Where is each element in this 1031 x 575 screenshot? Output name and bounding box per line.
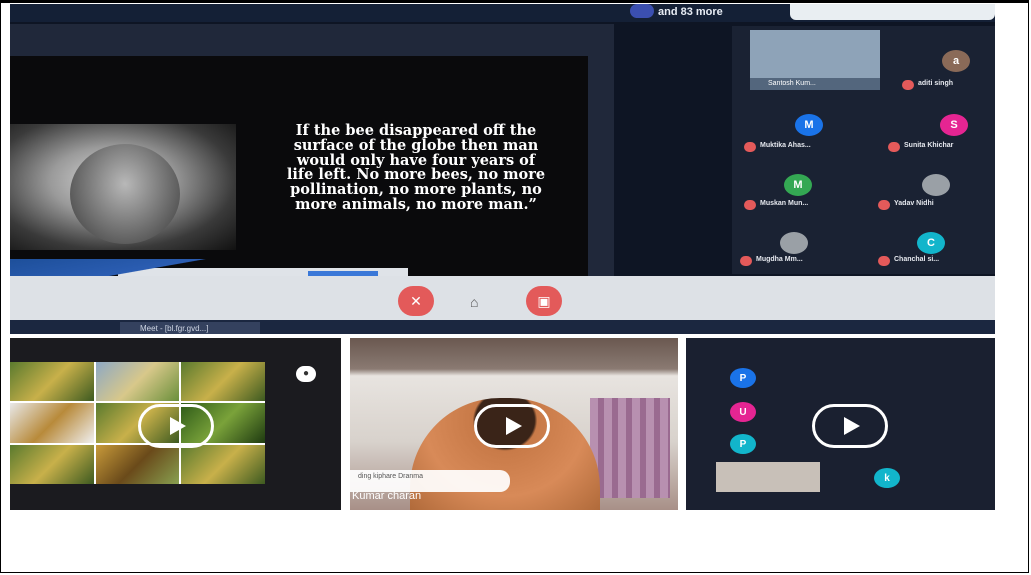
participant-avatar: C	[917, 232, 945, 254]
participant-avatar: k	[874, 468, 900, 488]
play-icon	[506, 417, 522, 435]
bee-image	[95, 444, 180, 484]
play-icon	[844, 417, 860, 435]
participant-avatar: a	[942, 50, 970, 72]
speaker-caption: ding kiphare Dranma	[350, 470, 510, 492]
participant-name: Sunita Khichar	[904, 142, 954, 149]
mic-off-icon	[902, 80, 914, 90]
participant-avatar: S	[940, 114, 968, 136]
participant-name: Yadav Nidhi	[894, 200, 934, 207]
meeting-top-bar: and 83 more	[10, 4, 995, 22]
participant-name: aditi singh	[918, 80, 953, 87]
camera-off-icon: ▣	[537, 292, 551, 309]
participant-name: Mugdha Mm...	[756, 256, 803, 263]
bee-image	[95, 362, 180, 402]
play-button[interactable]	[474, 404, 550, 448]
participant-avatar: P	[730, 368, 756, 388]
curtain	[590, 398, 670, 498]
participant-avatar: M	[784, 174, 812, 196]
mic-off-icon	[744, 200, 756, 210]
participant-photo-avatar	[780, 232, 808, 254]
participant-avatar: M	[795, 114, 823, 136]
mic-off-icon: ✕	[410, 292, 422, 309]
einstein-face	[70, 144, 180, 244]
einstein-portrait	[10, 124, 236, 250]
mic-off-icon	[740, 256, 752, 266]
participant-name: Muskan Mun...	[760, 200, 809, 207]
bee-image	[181, 444, 265, 484]
presentation-frame: If the bee disappeared off the surface o…	[10, 24, 614, 282]
mic-off-icon	[878, 256, 890, 266]
participant-avatar: U	[730, 402, 756, 422]
participant-name: Chanchal si...	[894, 256, 940, 263]
end-call-icon[interactable]: ⌂	[470, 294, 478, 310]
video-thumbnail-meeting[interactable]: P U P k	[686, 338, 995, 510]
meeting-screen-photo: and 83 more If the bee disappeared off t…	[10, 4, 995, 334]
mic-off-icon	[878, 200, 890, 210]
taskbar-meet-item[interactable]: Meet - [bl.fgr.gvd...]	[120, 322, 260, 334]
os-taskbar: Meet - [bl.fgr.gvd...]	[10, 320, 995, 334]
bee-image	[181, 362, 265, 402]
mic-off-button[interactable]: ✕	[398, 286, 434, 316]
bee-image	[10, 444, 94, 484]
slide-quote: If the bee disappeared off the surface o…	[286, 122, 546, 213]
speaker-name: Kumar charan	[352, 490, 422, 502]
video-thumbnail-speaker[interactable]: ding kiphare Dranma Kumar charan	[350, 338, 678, 510]
play-icon	[170, 417, 186, 435]
play-button[interactable]	[812, 404, 888, 448]
top-toolbar[interactable]	[790, 4, 995, 20]
participant-photo-avatar	[922, 174, 950, 196]
participant-name: Muktika Ahas...	[760, 142, 811, 149]
participant-avatar: P	[730, 434, 756, 454]
mic-off-icon	[888, 142, 900, 152]
bee-image	[10, 403, 94, 443]
participants-more-label: and 83 more	[658, 6, 723, 18]
camera-off-button[interactable]: ▣	[526, 286, 562, 316]
self-video-tile	[716, 462, 820, 492]
mic-off-icon	[744, 142, 756, 152]
play-button[interactable]	[138, 404, 214, 448]
participant-count-badge	[630, 4, 654, 18]
participants-grid: Santosh Kum... a aditi singh M Muktika A…	[732, 26, 995, 274]
bell-icon[interactable]: ●	[296, 366, 316, 382]
video-thumbnail-bees[interactable]: ●	[10, 338, 341, 510]
bee-image	[10, 362, 94, 402]
self-name-label: Santosh Kum...	[750, 78, 880, 90]
presentation-slide: If the bee disappeared off the surface o…	[10, 56, 588, 281]
meeting-controls-bar	[10, 276, 995, 321]
